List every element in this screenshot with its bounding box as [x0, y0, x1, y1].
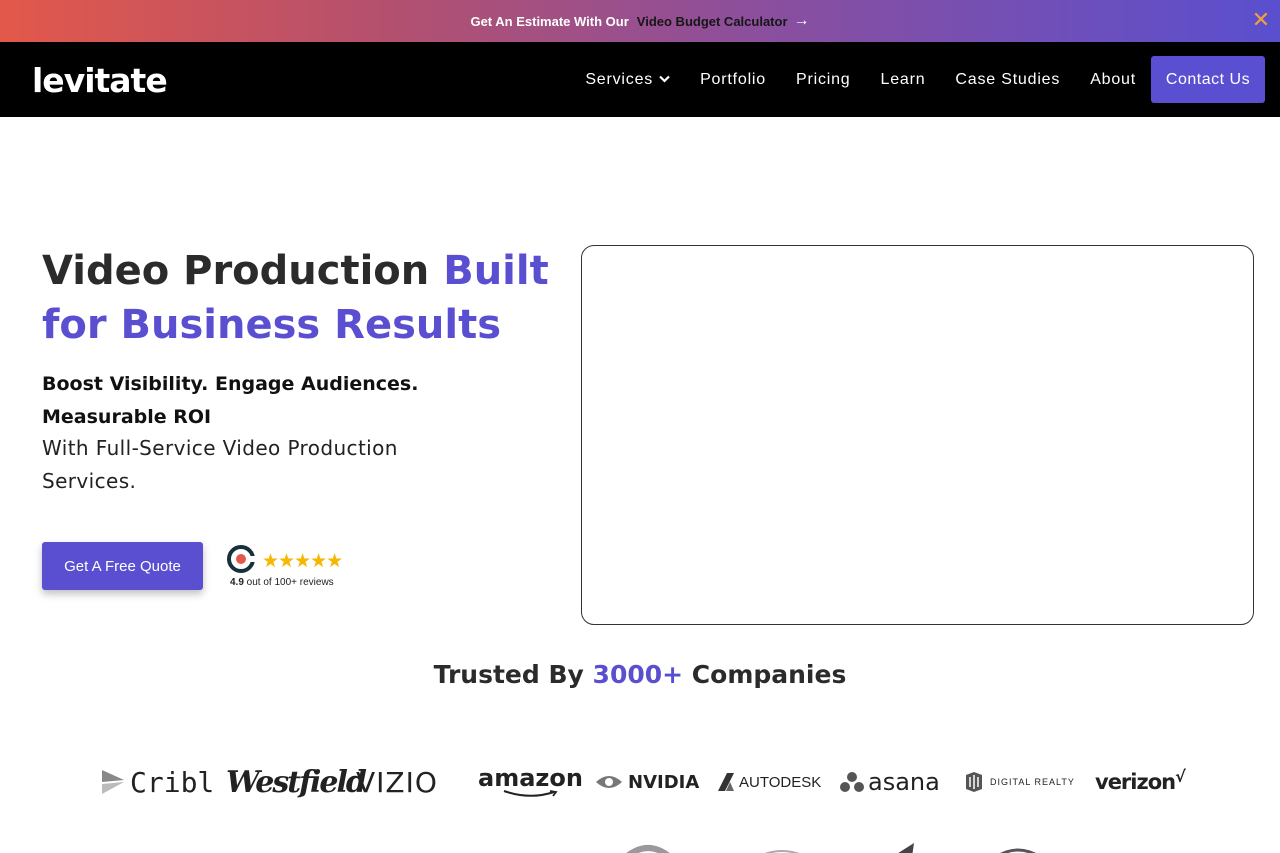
digital-realty-mark-icon — [966, 772, 982, 792]
logo-row-2-partial-right — [1000, 848, 1036, 853]
nav-item-label: Learn — [880, 70, 926, 88]
logo[interactable]: levitate — [32, 61, 168, 100]
logo-nvidia: NVIDIA — [594, 760, 699, 804]
trusted-prefix: Trusted By — [433, 660, 584, 689]
reviews-rating[interactable]: ★★★★★ 4.9 out of 100+ reviews — [226, 544, 356, 594]
hero-video[interactable] — [581, 245, 1254, 625]
rating-reviews: out of 100+ reviews — [243, 577, 334, 588]
logo-text: amazon — [478, 764, 583, 792]
budget-calculator-link[interactable]: Video Budget Calculator → — [637, 12, 810, 30]
promo-link-label: Video Budget Calculator — [636, 13, 788, 29]
hero-title-main: Video Production — [42, 248, 444, 294]
star-rating: ★★★★★ — [262, 551, 343, 572]
chevron-down-icon — [659, 75, 670, 83]
promo-bar: Get An Estimate With Our Video Budget Ca… — [0, 0, 1280, 42]
promo-content: Get An Estimate With Our Video Budget Ca… — [470, 12, 809, 30]
logo-verizon: verizon √ — [1095, 760, 1186, 804]
arrow-right-icon: → — [793, 12, 810, 29]
logo-text: asana — [868, 768, 940, 796]
nvidia-eye-icon — [596, 776, 622, 788]
hero-subtitle: With Full-Service Video Production Servi… — [42, 436, 398, 493]
hero-subtitle-bold: Boost Visibility. Engage Audiences. Meas… — [42, 373, 419, 428]
logo-digital-realty: DIGITAL REALTY — [964, 760, 1075, 804]
clutch-icon — [227, 545, 256, 573]
nav-menu: Services Portfolio Pricing Learn Case St… — [585, 56, 1265, 103]
logo-text: Westfield — [226, 764, 367, 800]
logo-text: Cribl — [130, 765, 215, 799]
close-icon[interactable]: ✕ — [1250, 9, 1272, 31]
get-free-quote-button[interactable]: Get A Free Quote — [42, 542, 203, 590]
logo-westfield: Westfield — [226, 760, 367, 804]
nav-item-pricing[interactable]: Pricing — [796, 71, 851, 89]
logo-cribl: Cribl — [100, 760, 214, 804]
verizon-check-icon: √ — [1175, 766, 1186, 786]
asana-dots-icon — [840, 772, 864, 792]
logo-autodesk: AUTODESK — [717, 760, 821, 804]
logo-text: NVIDIA — [628, 771, 700, 793]
amazon-smile-icon — [504, 790, 559, 797]
logo-asana: asana — [840, 760, 940, 804]
logo-text: AUTODESK — [739, 773, 822, 791]
trusted-heading: Trusted By 3000+ Companies — [0, 660, 1280, 689]
rating-score: 4.9 — [230, 577, 244, 588]
hero-title: Video Production Built for Business Resu… — [42, 244, 562, 352]
promo-text: Get An Estimate With Our — [470, 13, 629, 29]
autodesk-mark-icon — [718, 773, 734, 791]
nav-item-label: Pricing — [795, 70, 851, 88]
logo-amazon: amazon — [478, 760, 583, 804]
nav-item-label: About — [1090, 70, 1136, 88]
client-logos: Cribl Westfield VIZIO amazon NVIDIA AUTO… — [100, 760, 1190, 804]
trusted-count: 3000+ — [592, 660, 684, 689]
nav-item-portfolio[interactable]: Portfolio — [700, 71, 766, 89]
logo-text: DIGITAL REALTY — [990, 777, 1075, 787]
nav-item-label: Case Studies — [955, 70, 1061, 88]
nav-item-label: Portfolio — [700, 70, 766, 88]
logo-text: VIZIO — [356, 765, 438, 799]
cribl-mark-icon — [102, 770, 124, 794]
contact-us-button[interactable]: Contact Us — [1151, 56, 1265, 103]
nav-item-about[interactable]: About — [1090, 71, 1136, 89]
logo-text: verizon — [1095, 770, 1176, 794]
logo-row-2-partial — [626, 843, 914, 853]
nav-item-services[interactable]: Services — [585, 71, 670, 89]
main-navigation: levitate Services Portfolio Pricing Lear… — [0, 42, 1280, 117]
nav-item-case-studies[interactable]: Case Studies — [955, 71, 1060, 89]
logo-vizio: VIZIO — [356, 760, 438, 804]
nav-item-learn[interactable]: Learn — [881, 71, 926, 89]
nav-item-label: Services — [585, 70, 654, 88]
trusted-suffix: Companies — [691, 660, 847, 689]
rating-text: 4.9 out of 100+ reviews — [230, 577, 334, 588]
